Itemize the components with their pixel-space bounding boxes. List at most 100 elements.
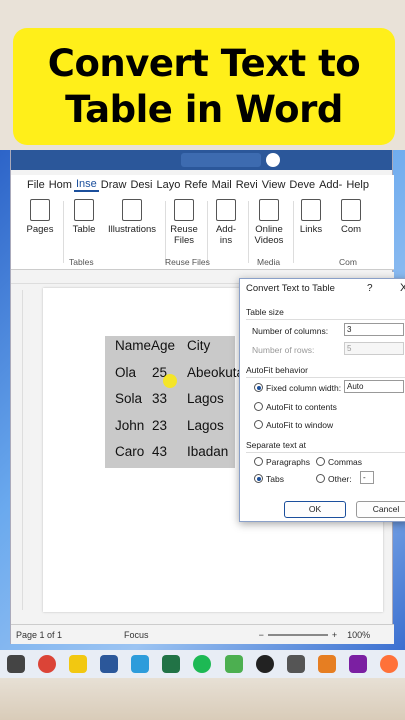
help-icon[interactable]: ? — [367, 283, 373, 294]
num-rows-label: Number of rows: — [252, 345, 315, 355]
convert-text-to-table-dialog: Convert Text to Table ? X Table size Num… — [239, 278, 405, 522]
divider — [248, 201, 249, 263]
group-label-com: Com — [339, 257, 357, 267]
pages-button[interactable]: Pages — [25, 199, 55, 235]
tab-review[interactable]: Revi — [234, 179, 260, 191]
snipping-icon[interactable] — [286, 655, 305, 673]
tab-layout[interactable]: Layo — [154, 179, 182, 191]
fixed-width-radio[interactable] — [254, 383, 263, 392]
obs-icon[interactable] — [255, 655, 274, 673]
other-radio[interactable] — [316, 474, 325, 483]
excel-icon[interactable] — [162, 655, 181, 673]
cell-text: Lagos — [187, 418, 224, 433]
commas-label: Commas — [328, 457, 363, 467]
tab-help[interactable]: Help — [344, 179, 371, 191]
tabs-label: Tabs — [266, 474, 284, 484]
zoom-slider[interactable] — [267, 633, 328, 636]
tabs-radio[interactable] — [254, 474, 263, 483]
paragraphs-radio[interactable] — [254, 457, 263, 466]
commas-radio[interactable] — [316, 457, 325, 466]
copilot-icon[interactable] — [266, 153, 280, 167]
illustrations-button[interactable]: Illustrations — [107, 199, 157, 235]
links-label: Links — [299, 224, 323, 235]
addins-icon — [216, 199, 236, 221]
cancel-button[interactable]: Cancel — [356, 501, 405, 518]
other-input[interactable]: - — [360, 471, 374, 484]
links-button[interactable]: Links — [297, 199, 325, 235]
mouse-cursor-highlight — [163, 374, 177, 388]
title-banner: Convert Text to Table in Word — [13, 28, 395, 145]
table-size-heading: Table size — [246, 307, 284, 317]
reuse-files-button[interactable]: Reuse Files — [169, 199, 199, 246]
ok-button[interactable]: OK — [284, 501, 346, 518]
table-button[interactable]: Table — [69, 199, 99, 235]
banner-line-2: Table in Word — [65, 87, 343, 131]
power-bi-icon[interactable] — [68, 655, 87, 673]
pages-label: Pages — [26, 224, 54, 235]
app-icon-orange[interactable] — [317, 655, 336, 673]
tab-developer[interactable]: Deve — [287, 179, 317, 191]
tab-home[interactable]: Hom — [47, 179, 74, 191]
autofit-window-radio[interactable] — [254, 420, 263, 429]
addins-button[interactable]: Add- ins — [211, 199, 241, 246]
page-count[interactable]: Page 1 of 1 — [16, 630, 62, 640]
autofit-contents-radio[interactable] — [254, 402, 263, 411]
cell-text: Sola — [115, 391, 143, 406]
mail-icon[interactable] — [131, 655, 150, 673]
group-label-reuse: Reuse Files — [165, 257, 210, 267]
cell-text: 23 — [152, 418, 168, 433]
other-label: Other: — [328, 474, 352, 484]
illustrations-icon — [122, 199, 142, 221]
autofit-window-label: AutoFit to window — [266, 420, 334, 430]
num-rows-input: 5 — [344, 342, 404, 355]
illustrations-label: Illustrations — [107, 224, 157, 235]
addins-label-2: ins — [219, 235, 233, 246]
reuse-label-1: Reuse — [170, 224, 198, 235]
divider — [63, 201, 64, 263]
tab-references[interactable]: Refe — [182, 179, 209, 191]
zoom-out-button[interactable]: − — [259, 630, 264, 640]
links-icon — [301, 199, 321, 221]
spotify-icon[interactable] — [193, 655, 212, 673]
title-bar — [11, 150, 392, 170]
app-icon[interactable] — [6, 655, 25, 673]
comment-icon — [341, 199, 361, 221]
table-label: Table — [72, 224, 96, 235]
cell-text: Caro — [115, 444, 145, 459]
tab-file[interactable]: File — [25, 179, 47, 191]
cell-text: Ola — [115, 365, 137, 380]
num-columns-label: Number of columns: — [252, 326, 329, 336]
ribbon: Pages Table Illustrations Reuse Files Ad… — [11, 195, 394, 270]
fixed-width-label: Fixed column width: — [266, 383, 342, 393]
tab-view[interactable]: View — [260, 179, 288, 191]
cell-text: Ibadan — [187, 444, 229, 459]
comment-button[interactable]: Com — [337, 199, 365, 235]
divider — [246, 452, 405, 453]
zoom-in-button[interactable]: + — [332, 630, 337, 640]
tab-addins[interactable]: Add- — [317, 179, 344, 191]
notepad-icon[interactable] — [224, 655, 243, 673]
zoom-level[interactable]: 100% — [347, 630, 370, 640]
focus-button[interactable]: Focus — [124, 630, 149, 640]
fixed-width-input[interactable]: Auto — [344, 380, 404, 393]
close-icon[interactable]: X — [400, 282, 405, 294]
online-label-1: Online — [255, 224, 283, 235]
tab-design[interactable]: Desi — [128, 179, 154, 191]
divider — [246, 377, 405, 378]
tab-draw[interactable]: Draw — [99, 179, 129, 191]
app-icon-purple[interactable] — [349, 655, 368, 673]
tab-insert[interactable]: Inse — [73, 178, 99, 192]
desk-background — [0, 678, 405, 720]
firefox-icon[interactable] — [380, 655, 399, 673]
divider — [246, 319, 405, 320]
num-columns-input[interactable]: 3 — [344, 323, 404, 336]
online-videos-button[interactable]: Online Videos — [252, 199, 286, 246]
paragraphs-label: Paragraphs — [266, 457, 310, 467]
divider — [165, 201, 166, 263]
title-search-box[interactable] — [181, 153, 261, 167]
word-icon[interactable] — [99, 655, 118, 673]
tab-mailings[interactable]: Mail — [210, 179, 234, 191]
cell-text: Lagos — [187, 391, 224, 406]
chrome-icon[interactable] — [37, 655, 56, 673]
group-label-tables: Tables — [69, 257, 94, 267]
